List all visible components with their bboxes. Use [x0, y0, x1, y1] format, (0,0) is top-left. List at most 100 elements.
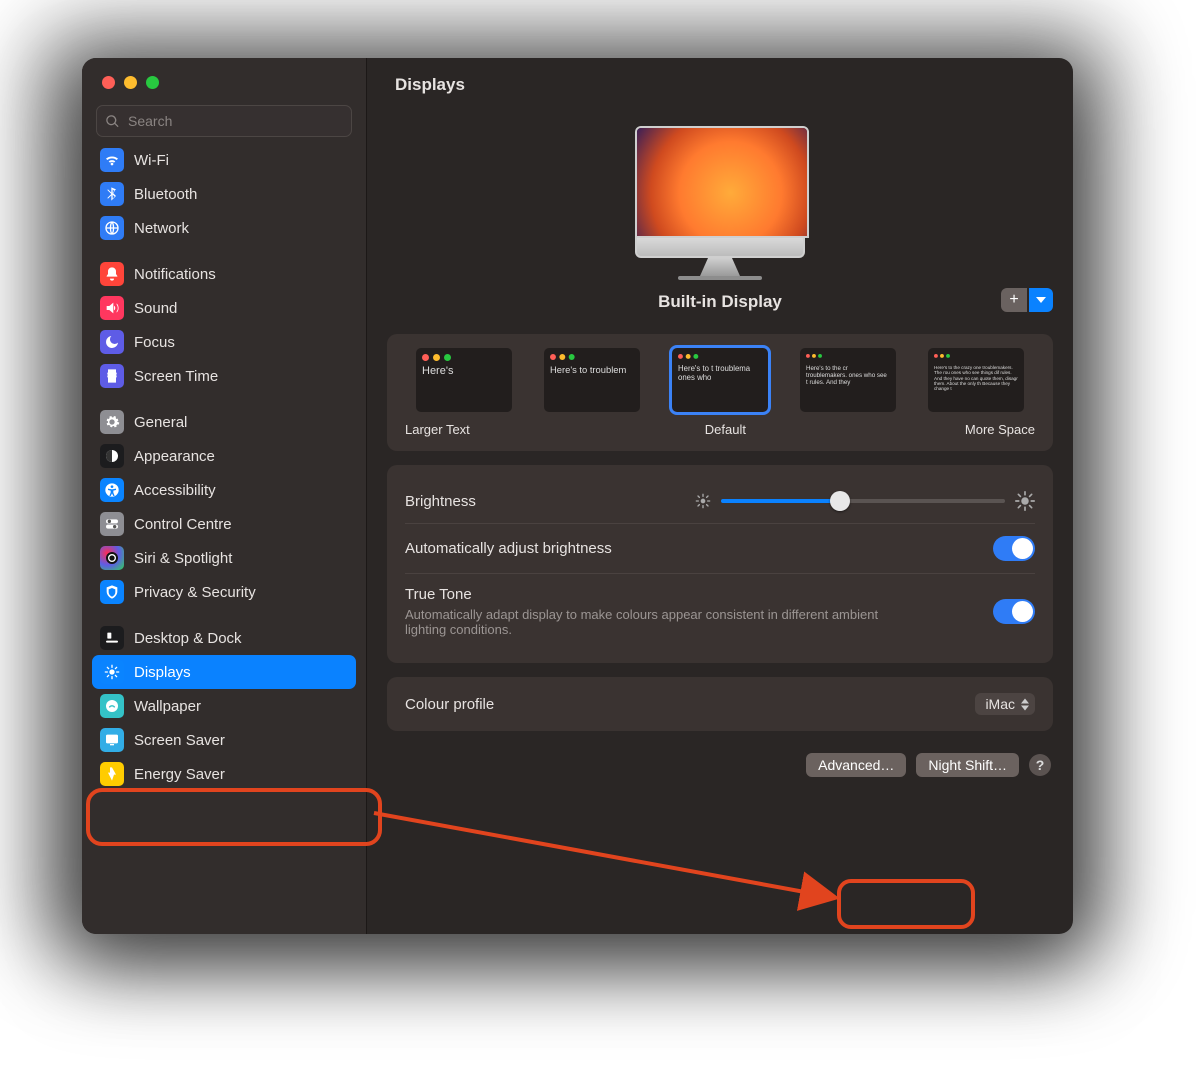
- updown-chevron-icon: [1021, 698, 1029, 711]
- chevron-down-icon: [1036, 295, 1046, 305]
- sidebar-item-wifi[interactable]: Wi-Fi: [92, 145, 356, 177]
- colour-profile-value: iMac: [985, 696, 1015, 712]
- resolution-section: Here'sHere's to troublemHere's to t trou…: [387, 334, 1053, 451]
- sidebar-item-label: Wi-Fi: [134, 152, 169, 169]
- sidebar-item-label: Desktop & Dock: [134, 630, 242, 647]
- sidebar-item-bluetooth[interactable]: Bluetooth: [92, 177, 356, 211]
- sidebar-item-label: Energy Saver: [134, 766, 225, 783]
- sidebar-item-general[interactable]: General: [92, 405, 356, 439]
- access-icon: [100, 478, 124, 502]
- sidebar-item-desktop[interactable]: Desktop & Dock: [92, 621, 356, 655]
- display-preview-icon: [635, 126, 805, 280]
- sidebar-item-label: Focus: [134, 334, 175, 351]
- colour-profile-section: Colour profile iMac: [387, 677, 1053, 731]
- brightness-slider[interactable]: [721, 499, 1005, 503]
- resolution-option-4[interactable]: Here's to the cr troublemakers. ones who…: [789, 348, 907, 412]
- sidebar: Wi-Fi Bluetooth Network Notifications Sound F…: [82, 58, 367, 934]
- sidebar-item-energy[interactable]: Energy Saver: [92, 757, 356, 791]
- wallpaper-icon: [100, 694, 124, 718]
- auto-brightness-toggle[interactable]: [993, 536, 1035, 561]
- siri-icon: [100, 546, 124, 570]
- cc-icon: [100, 512, 124, 536]
- sidebar-item-label: Control Centre: [134, 516, 232, 533]
- minimize-window[interactable]: [124, 76, 137, 89]
- night-shift-button[interactable]: Night Shift…: [916, 753, 1019, 777]
- add-display-button[interactable]: +: [1001, 288, 1027, 312]
- help-button[interactable]: ?: [1029, 754, 1051, 776]
- appearance-icon: [100, 444, 124, 468]
- resolution-option-1[interactable]: Here's: [405, 348, 523, 412]
- auto-brightness-label: Automatically adjust brightness: [405, 540, 612, 557]
- brightness-section: Brightness Automatically adjust brightne…: [387, 465, 1053, 663]
- brightness-low-icon: [695, 493, 711, 509]
- sidebar-item-sound[interactable]: Sound: [92, 291, 356, 325]
- sidebar-item-label: Screen Saver: [134, 732, 225, 749]
- ss-icon: [100, 728, 124, 752]
- resolution-option-3[interactable]: Here's to t troublema ones who: [661, 348, 779, 412]
- footer-actions: Advanced… Night Shift… ?: [387, 745, 1053, 781]
- close-window[interactable]: [102, 76, 115, 89]
- sidebar-item-screensaver[interactable]: Screen Saver: [92, 723, 356, 757]
- energy-icon: [100, 762, 124, 786]
- sidebar-item-focus[interactable]: Focus: [92, 325, 356, 359]
- displays-icon: [100, 660, 124, 684]
- desktop-icon: [100, 626, 124, 650]
- privacy-icon: [100, 580, 124, 604]
- wifi-icon: [100, 148, 124, 172]
- sidebar-item-label: General: [134, 414, 187, 431]
- sidebar-item-label: Sound: [134, 300, 177, 317]
- screentime-icon: [100, 364, 124, 388]
- brightness-high-icon: [1015, 491, 1035, 511]
- sidebar-item-controlcentre[interactable]: Control Centre: [92, 507, 356, 541]
- sidebar-item-label: Network: [134, 220, 189, 237]
- sidebar-item-label: Bluetooth: [134, 186, 197, 203]
- sidebar-list: Wi-Fi Bluetooth Network Notifications Sound F…: [82, 145, 366, 934]
- sidebar-item-accessibility[interactable]: Accessibility: [92, 473, 356, 507]
- sidebar-item-label: Privacy & Security: [134, 584, 256, 601]
- true-tone-toggle[interactable]: [993, 599, 1035, 624]
- sidebar-item-screentime[interactable]: Screen Time: [92, 359, 356, 393]
- resolution-option-2[interactable]: Here's to troublem: [533, 348, 651, 412]
- sidebar-item-notifications[interactable]: Notifications: [92, 257, 356, 291]
- brightness-label: Brightness: [405, 493, 476, 510]
- sidebar-item-privacy[interactable]: Privacy & Security: [92, 575, 356, 609]
- sidebar-item-wallpaper[interactable]: Wallpaper: [92, 689, 356, 723]
- search-field[interactable]: [96, 105, 352, 137]
- resolution-option-5[interactable]: Here's to the crazy one troublemakers. T…: [917, 348, 1035, 412]
- search-input[interactable]: [126, 112, 343, 130]
- sidebar-item-siri[interactable]: Siri & Spotlight: [92, 541, 356, 575]
- sidebar-item-network[interactable]: Network: [92, 211, 356, 245]
- search-icon: [105, 114, 120, 129]
- resolution-caption-right: More Space: [965, 422, 1035, 437]
- sidebar-item-label: Accessibility: [134, 482, 216, 499]
- page-title: Displays: [367, 58, 1073, 112]
- display-hero: Built-in Display +: [387, 126, 1053, 312]
- sidebar-item-label: Displays: [134, 664, 191, 681]
- zoom-window[interactable]: [146, 76, 159, 89]
- sidebar-item-label: Appearance: [134, 448, 215, 465]
- true-tone-description: Automatically adapt display to make colo…: [405, 607, 905, 637]
- display-arrangement-menu[interactable]: [1029, 288, 1053, 312]
- sidebar-item-label: Notifications: [134, 266, 216, 283]
- system-settings-window: Wi-Fi Bluetooth Network Notifications Sound F…: [82, 58, 1073, 934]
- sidebar-item-displays[interactable]: Displays: [92, 655, 356, 689]
- colour-profile-label: Colour profile: [405, 696, 494, 713]
- advanced-button[interactable]: Advanced…: [806, 753, 906, 777]
- sidebar-item-appearance[interactable]: Appearance: [92, 439, 356, 473]
- brightness-slider-group: [695, 491, 1035, 511]
- net-icon: [100, 216, 124, 240]
- main-panel: Displays Built-in Display +: [367, 58, 1073, 934]
- sidebar-item-label: Screen Time: [134, 368, 218, 385]
- colour-profile-select[interactable]: iMac: [975, 693, 1035, 715]
- display-name: Built-in Display: [658, 292, 782, 312]
- resolution-caption-center: Default: [705, 422, 746, 437]
- true-tone-label: True Tone: [405, 586, 993, 603]
- sidebar-item-label: Wallpaper: [134, 698, 201, 715]
- focus-icon: [100, 330, 124, 354]
- notif-icon: [100, 262, 124, 286]
- resolution-caption-left: Larger Text: [405, 422, 470, 437]
- window-controls: [82, 58, 366, 89]
- sidebar-item-label: Siri & Spotlight: [134, 550, 232, 567]
- general-icon: [100, 410, 124, 434]
- sound-icon: [100, 296, 124, 320]
